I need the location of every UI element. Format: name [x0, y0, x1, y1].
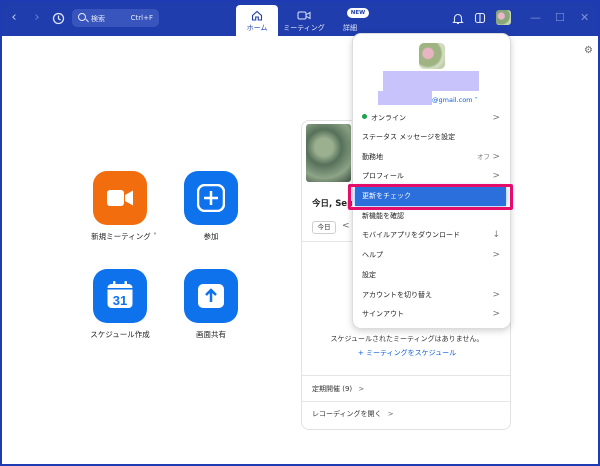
tab-meetings-label: ミーティング: [283, 24, 325, 32]
schedule-button[interactable]: 31: [93, 269, 147, 323]
menu-item-label: ステータス メッセージを設定: [362, 133, 456, 141]
search-shortcut: Ctrl+F: [130, 14, 153, 22]
redacted-email: [378, 91, 432, 105]
today-button[interactable]: 今日: [312, 221, 336, 234]
chevron-down-icon[interactable]: ˅: [153, 232, 157, 241]
card-date-title: 今日, Sep: [312, 199, 354, 209]
calendar-day: 31: [113, 293, 127, 308]
open-recordings-label: レコーディングを開く: [312, 410, 382, 418]
menu-item-download-mobile[interactable]: モバイルアプリをダウンロード ↓: [362, 226, 504, 245]
calendar-icon: 31: [107, 281, 133, 308]
app-window: ‹ › 検索 Ctrl+F ホーム ミーティング 詳細 NEW — ☐ ✕ ⚙ …: [0, 0, 600, 466]
menu-item-online[interactable]: オンライン >: [362, 109, 504, 128]
chevron-right-icon: >: [492, 113, 500, 123]
chevron-right-icon: >: [492, 309, 500, 319]
chevron-right-icon: >: [492, 152, 500, 162]
menu-item-label: 設定: [362, 271, 376, 279]
menu-item-help[interactable]: ヘルプ >: [362, 246, 504, 265]
new-meeting-button[interactable]: [93, 171, 147, 225]
back-arrow-icon[interactable]: ‹: [6, 10, 22, 26]
highlight-annotation-box: [348, 184, 513, 210]
share-screen-label: 画面共有: [196, 330, 226, 339]
search-placeholder: 検索: [91, 15, 105, 23]
chevron-right-icon: >: [387, 410, 394, 418]
open-recordings-row[interactable]: レコーディングを開く >: [312, 409, 394, 419]
bell-icon[interactable]: [452, 12, 464, 25]
card-background-image: [306, 124, 351, 182]
new-meeting-text: 新規ミーティング: [91, 232, 151, 241]
profile-menu: @gmail.com ˅ オンライン > ステータス メッセージを設定 勤務地 …: [352, 33, 511, 329]
history-icon[interactable]: [52, 12, 65, 25]
menu-item-label: ヘルプ: [362, 251, 383, 259]
maximize-icon[interactable]: ☐: [555, 11, 565, 24]
menu-item-sign-out[interactable]: サインアウト >: [362, 305, 504, 324]
menu-item-label: 新機能を確認: [362, 212, 404, 220]
divider: [302, 375, 510, 376]
share-screen-button[interactable]: [184, 269, 238, 323]
chevron-right-icon: >: [492, 290, 500, 300]
recurring-row[interactable]: 定期開催 (9) >: [312, 384, 364, 394]
menu-item-label: サインアウト: [362, 310, 404, 318]
work-location-value: オフ: [477, 153, 490, 161]
chevron-down-icon: ˅: [474, 96, 478, 104]
menu-item-label: 勤務地: [362, 153, 383, 161]
titlebar: ‹ › 検索 Ctrl+F ホーム ミーティング 詳細 NEW — ☐ ✕: [2, 2, 598, 36]
new-badge: NEW: [347, 8, 369, 18]
online-status-icon: [362, 114, 367, 119]
search-box[interactable]: 検索 Ctrl+F: [72, 9, 159, 27]
search-icon: [78, 13, 86, 21]
redacted-name: [383, 71, 479, 91]
prev-day-arrow[interactable]: <: [342, 221, 350, 231]
recurring-label: 定期開催 (9): [312, 385, 353, 393]
profile-avatar[interactable]: [496, 10, 511, 25]
menu-item-work-location[interactable]: 勤務地 オフ >: [362, 148, 504, 167]
schedule-label: スケジュール作成: [90, 330, 150, 339]
share-screen-icon: [198, 284, 224, 308]
chevron-right-icon: >: [492, 250, 500, 260]
menu-avatar: [419, 43, 445, 69]
menu-item-label: アカウントを切り替え: [362, 291, 432, 299]
no-meetings-text: スケジュールされたミーティングはありません。: [330, 335, 484, 343]
tab-more-label: 詳細: [343, 24, 357, 32]
menu-item-label: プロフィール: [362, 172, 404, 180]
video-icon: [297, 11, 311, 20]
video-camera-icon: [107, 190, 133, 206]
schedule-meeting-link[interactable]: + ミーティングをスケジュール: [302, 348, 510, 358]
tab-home-label: ホーム: [246, 24, 268, 32]
divider: [302, 401, 510, 402]
menu-item-switch-account[interactable]: アカウントを切り替え >: [362, 286, 504, 305]
forward-arrow-icon[interactable]: ›: [29, 10, 45, 26]
tab-home[interactable]: ホーム: [236, 5, 278, 36]
plus-icon: [197, 184, 225, 212]
download-icon: ↓: [492, 230, 500, 240]
menu-item-settings[interactable]: 設定: [362, 266, 504, 285]
new-meeting-label: 新規ミーティング ˅: [84, 231, 164, 242]
menu-item-label: モバイルアプリをダウンロード: [362, 231, 460, 239]
menu-item-status-message[interactable]: ステータス メッセージを設定: [362, 128, 504, 147]
email-address[interactable]: @gmail.com ˅: [432, 96, 478, 104]
email-text: @gmail.com: [432, 96, 473, 104]
home-icon: [251, 10, 263, 21]
close-icon[interactable]: ✕: [580, 11, 589, 24]
join-label: 参加: [203, 232, 219, 241]
minimize-icon[interactable]: —: [530, 11, 541, 24]
menu-item-label: オンライン: [371, 114, 406, 122]
tab-meetings[interactable]: ミーティング: [283, 2, 325, 36]
gear-icon[interactable]: ⚙: [584, 45, 593, 56]
join-button[interactable]: [184, 171, 238, 225]
chevron-right-icon: >: [358, 385, 365, 393]
whiteboard-icon[interactable]: [474, 12, 486, 24]
